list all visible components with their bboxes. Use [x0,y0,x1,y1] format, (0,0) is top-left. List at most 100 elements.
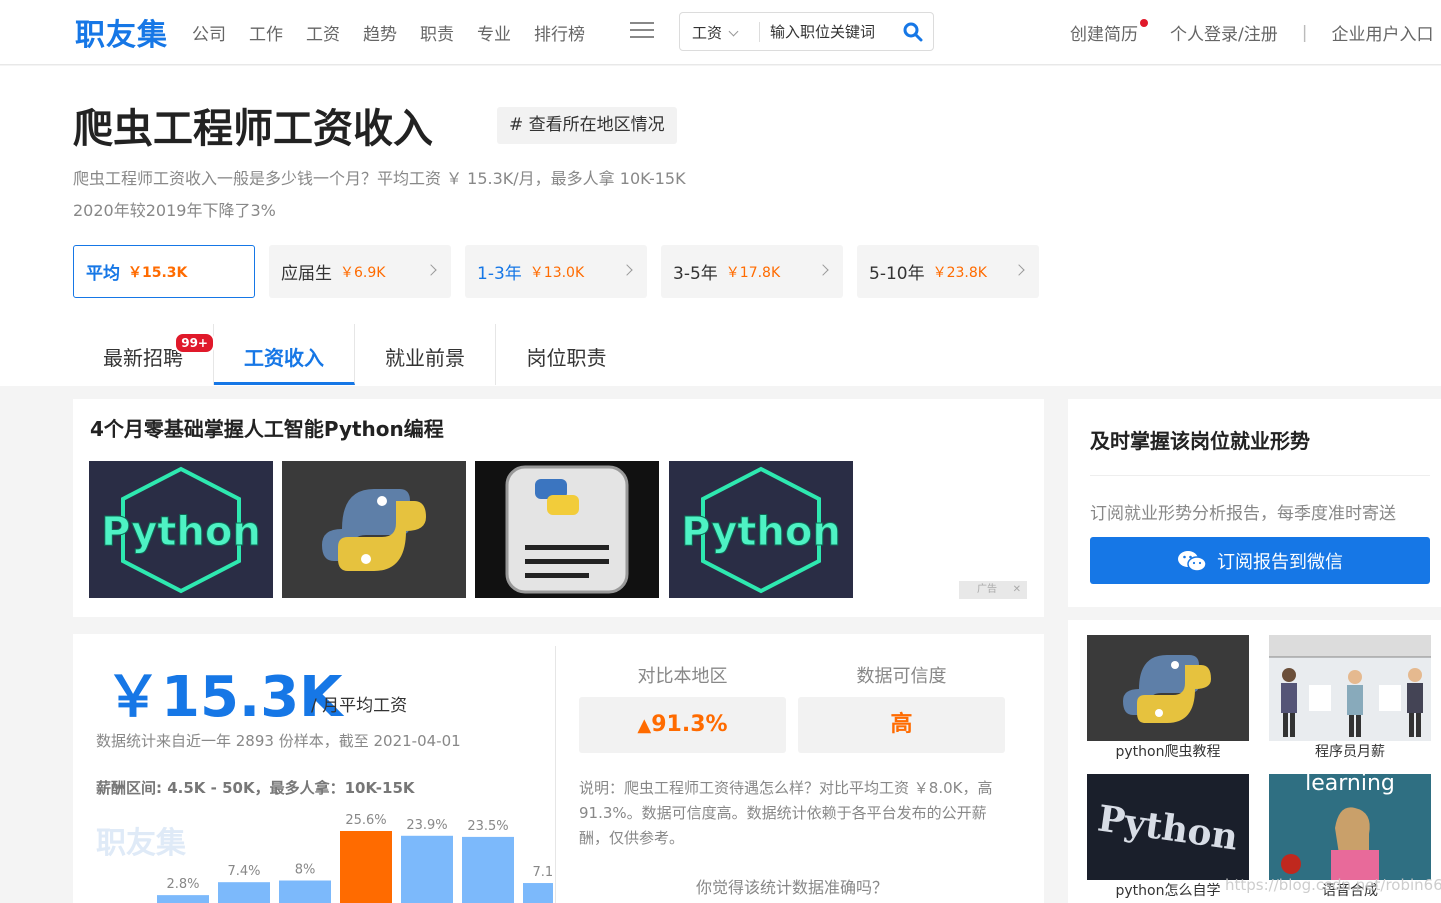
bar-value-label: 25.6% [345,813,386,828]
nav-link-duties[interactable]: 职责 [420,20,454,45]
related-caption[interactable]: python爬虫教程 [1087,741,1249,761]
description-line: 爬虫工程师工资收入一般是多少钱一个月？平均工资 ￥ 15.3K/月，最多人拿 1… [73,169,686,188]
nav-link-majors[interactable]: 专业 [477,20,511,45]
salary-bar [218,882,270,903]
nav-link-jobs[interactable]: 工作 [249,20,283,45]
salary-bar [523,883,553,903]
bar-value-label: 7.1% [532,865,553,880]
tab-label: 就业前景 [385,346,465,370]
button-label: 订阅报告到微信 [1217,551,1343,573]
salary-bar [340,831,392,903]
bar-value-label: 7.4% [227,864,260,879]
thumbnail-text: learning [1305,774,1395,796]
related-caption[interactable]: 程序员月薪 [1269,741,1431,761]
salary-card: ￥15.3K / 月平均工资 数据统计来自近一年 2893 份样本，截至 202… [73,634,1044,903]
ad-thumbnail[interactable]: Python [89,461,273,598]
search-input[interactable] [770,20,895,44]
salary-bar [462,836,514,903]
related-thumbnail[interactable]: learning [1269,774,1431,880]
menu-icon[interactable] [630,22,654,42]
experience-label: 5-10年 [869,264,925,284]
count-badge: 99+ [174,332,215,354]
ad-title[interactable]: 4个月零基础掌握人工智能Python编程 [90,413,444,442]
region-tag-button[interactable]: # 查看所在地区情况 [497,107,677,144]
subscribe-card: 及时掌握该岗位就业形势 订阅就业形势分析报告，每季度准时寄送 订阅报告到微信 [1068,399,1441,607]
tab-prospects[interactable]: 就业前景 [355,324,496,385]
salary-note: 说明：爬虫工程师工资待遇怎么样？对比平均工资 ￥8.0K，高 91.3%。数据可… [579,779,993,847]
people-illustration-image [1269,635,1431,741]
divider [555,646,556,903]
experience-label: 1-3年 [477,264,522,284]
page-header: 爬虫工程师工资收入 # 查看所在地区情况 爬虫工程师工资收入一般是多少钱一个月？… [0,66,1441,386]
python-logo-image [1087,635,1249,741]
experience-option-5-10[interactable]: 5-10年 ￥23.8K [857,245,1039,298]
thumbnail-text: Python [101,509,261,555]
nav-separator: | [1301,22,1308,43]
ad-label: 广告 [977,584,997,595]
tab-label: 最新招聘 [103,346,183,370]
ad-card: 4个月零基础掌握人工智能Python编程 Python Python 广告 ✕ [73,399,1044,617]
related-thumbnail[interactable] [1087,635,1249,741]
close-icon[interactable]: ✕ [1013,581,1021,599]
experience-option-3-5[interactable]: 3-5年 ￥17.8K [661,245,843,298]
trust-heading: 数据可信度 [856,666,947,687]
python-hexagon-image: Python [89,461,273,598]
nav-link-trends[interactable]: 趋势 [363,20,397,45]
bar-value-label: 8% [295,863,316,878]
tab-duties[interactable]: 岗位职责 [496,324,637,385]
nav-link-salary[interactable]: 工资 [306,20,340,45]
related-thumbnail[interactable]: Python [1087,774,1249,880]
ad-flag[interactable]: 广告 ✕ [959,581,1027,599]
wechat-icon [1178,550,1207,572]
notification-dot-icon [1140,18,1148,27]
tab-label: 岗位职责 [526,346,607,370]
search-box: 工资 [679,12,934,51]
site-logo[interactable]: 职友集 [75,10,168,54]
girl-learning-image: learning [1269,774,1431,880]
ad-thumbnail[interactable] [282,461,466,598]
related-thumbnail[interactable] [1269,635,1431,741]
login-link[interactable]: 个人登录/注册 [1170,20,1278,45]
experience-filter: 平均 ￥15.3K 应届生 ￥6.9K 1-3年 ￥13.0K 3-5年 ￥17… [73,245,1053,298]
ad-thumbnail[interactable]: Python [669,461,853,598]
enterprise-link[interactable]: 企业用户入口 [1331,20,1433,45]
experience-label: 平均 [86,264,120,284]
compare-heading: 对比本地区 [637,666,728,687]
experience-salary: ￥23.8K [932,264,987,281]
trust-value: 高 [798,697,1005,753]
chevron-right-icon [621,264,633,276]
experience-salary: ￥17.8K [725,264,781,281]
chevron-down-icon [728,26,739,37]
experience-salary: ￥15.3K [128,264,188,281]
accuracy-question: 你觉得该统计数据准确吗？ [695,878,888,897]
subscribe-wechat-button[interactable]: 订阅报告到微信 [1090,537,1430,584]
chevron-right-icon [1013,264,1025,276]
tab-latest-jobs[interactable]: 最新招聘 99+ [73,324,215,385]
experience-option-graduate[interactable]: 应届生 ￥6.9K [269,245,451,298]
subscribe-title: 及时掌握该岗位就业形势 [1090,429,1310,453]
experience-option-average[interactable]: 平均 ￥15.3K [73,245,255,298]
python-hexagon-image: Python [669,461,853,598]
create-resume-link[interactable]: 创建简历 [1070,20,1138,45]
divider [1090,475,1430,476]
bar-value-label: 23.5% [467,819,508,834]
experience-salary: ￥6.9K [340,264,386,281]
chevron-right-icon [425,264,437,276]
compare-value-box: ▲91.3% [579,697,786,753]
experience-option-1-3[interactable]: 1-3年 ￥13.0K [465,245,647,298]
tab-salary[interactable]: 工资收入 [214,324,355,385]
nav-links: 公司 工作 工资 趋势 职责 专业 排行榜 [192,20,608,45]
description-line: 2020年较2019年下降了3% [73,201,276,220]
bar-value-label: 2.8% [166,877,199,892]
nav-link-company[interactable]: 公司 [192,20,226,45]
search-icon[interactable] [903,22,923,42]
nav-link-rankings[interactable]: 排行榜 [534,20,585,45]
salary-distribution-chart: 2.8% 7.4% 8% 25.6% 23.9% 23.5% 7.1% [157,813,553,903]
related-card: python爬虫教程 程序员月薪 Python python怎么自学 learn… [1068,620,1441,903]
search-type-select[interactable]: 工资 [692,22,739,43]
experience-salary: ￥13.0K [529,264,585,281]
top-nav: 职友集 公司 工作 工资 趋势 职责 专业 排行榜 工资 创建简历 个人登录/注… [0,0,1441,65]
ad-thumbnail[interactable] [475,461,659,598]
content-tabs: 最新招聘 99+ 工资收入 就业前景 岗位职责 [73,324,637,385]
salary-bar [401,835,453,903]
